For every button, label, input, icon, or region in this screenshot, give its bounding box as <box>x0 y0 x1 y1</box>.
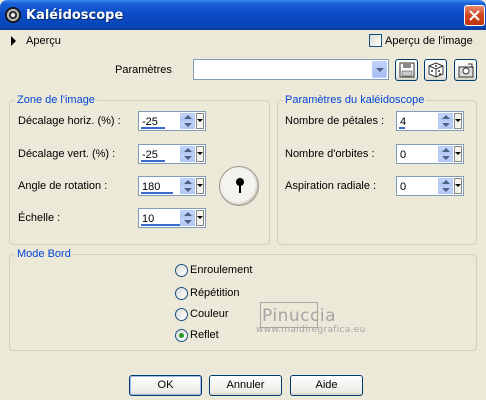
vert-offset-level-bar <box>141 160 165 162</box>
radial-suction-menu-button[interactable] <box>454 178 462 194</box>
kaleidoscope-params-title: Paramètres du kaléidoscope <box>283 94 427 106</box>
preset-manager-icon <box>458 63 474 78</box>
save-preset-icon <box>399 62 415 78</box>
scale-menu-button[interactable] <box>196 210 204 226</box>
random-dice-icon <box>428 62 444 78</box>
save-preset-button[interactable] <box>395 59 418 81</box>
vert-offset-arrows[interactable] <box>180 146 195 162</box>
horiz-offset-menu-button[interactable] <box>196 113 204 129</box>
edge-mode-title: Mode Bord <box>15 248 73 260</box>
preview-image-checkbox[interactable] <box>369 34 382 47</box>
orbits-menu-button[interactable] <box>454 146 462 162</box>
repeat-radio[interactable] <box>175 287 188 300</box>
spin-up-icon[interactable] <box>180 113 195 121</box>
spin-down-icon[interactable] <box>180 186 195 194</box>
vert-offset-spinner[interactable]: -25 <box>138 144 206 164</box>
preview-bar: Aperçu Aperçu de l'image <box>0 30 486 52</box>
spin-up-icon[interactable] <box>180 210 195 218</box>
repeat-radio-label[interactable]: Répétition <box>190 287 240 299</box>
horiz-offset-spinner[interactable]: -25 <box>138 111 206 131</box>
wrap-radio[interactable] <box>175 264 188 277</box>
spin-down-icon[interactable] <box>438 186 453 194</box>
window-title: Kaléidoscope <box>26 8 124 23</box>
vert-offset-menu-button[interactable] <box>196 146 204 162</box>
scale-label: Échelle : <box>18 212 61 224</box>
watermark: Pinuccia www.maidiregrafica.eu <box>256 306 365 335</box>
cancel-button[interactable]: Annuler <box>209 375 282 396</box>
horiz-offset-label: Décalage horiz. (%) : <box>18 115 121 127</box>
orbits-value[interactable]: 0 <box>400 149 406 161</box>
expand-triangle-icon[interactable] <box>11 36 16 46</box>
orbits-spinner[interactable]: 0 <box>396 144 464 164</box>
presets-label: Paramètres <box>115 64 172 76</box>
preview-section-label[interactable]: Aperçu <box>26 35 61 47</box>
spin-down-icon[interactable] <box>180 218 195 226</box>
spin-down-icon[interactable] <box>180 121 195 129</box>
close-button[interactable] <box>464 5 485 26</box>
rotation-angle-menu-button[interactable] <box>196 178 204 194</box>
reflect-radio[interactable] <box>175 329 188 342</box>
image-zone-title: Zone de l'image <box>15 94 97 106</box>
spin-up-icon[interactable] <box>438 146 453 154</box>
scale-spinner[interactable]: 10 <box>138 208 206 228</box>
scale-arrows[interactable] <box>180 210 195 226</box>
spin-up-icon[interactable] <box>438 113 453 121</box>
spin-down-icon[interactable] <box>180 154 195 162</box>
help-button[interactable]: Aide <box>290 375 363 396</box>
radial-suction-value[interactable]: 0 <box>400 181 406 193</box>
orbits-label: Nombre d'orbites : <box>285 148 375 160</box>
title-bar[interactable]: Kaléidoscope <box>0 0 486 30</box>
rotation-dial[interactable] <box>219 166 259 206</box>
color-radio[interactable] <box>175 308 188 321</box>
petals-spinner[interactable]: 4 <box>396 111 464 131</box>
random-dice-button[interactable] <box>424 59 447 81</box>
radial-suction-spinner[interactable]: 0 <box>396 176 464 196</box>
rotation-angle-arrows[interactable] <box>180 178 195 194</box>
color-radio-label[interactable]: Couleur <box>190 308 229 320</box>
spin-down-icon[interactable] <box>438 121 453 129</box>
vert-offset-label: Décalage vert. (%) : <box>18 148 116 160</box>
close-icon <box>469 10 480 21</box>
wrap-radio-label[interactable]: Enroulement <box>190 264 252 276</box>
petals-menu-button[interactable] <box>454 113 462 129</box>
spin-down-icon[interactable] <box>438 154 453 162</box>
preset-manager-button[interactable] <box>454 59 477 81</box>
rotation-angle-level-bar <box>141 192 173 194</box>
petals-label: Nombre de pétales : <box>285 115 385 127</box>
watermark-name: Pinuccia <box>262 306 336 326</box>
orbits-arrows[interactable] <box>438 146 453 162</box>
spin-up-icon[interactable] <box>180 146 195 154</box>
rotation-angle-spinner[interactable]: 180 <box>138 176 206 196</box>
radial-suction-label: Aspiration radiale : <box>285 180 377 192</box>
radial-suction-arrows[interactable] <box>438 178 453 194</box>
petals-level-bar <box>399 127 405 129</box>
watermark-site: www.maidiregrafica.eu <box>256 325 366 335</box>
presets-dropdown[interactable] <box>193 59 389 80</box>
reflect-radio-label[interactable]: Reflet <box>190 329 219 341</box>
preview-image-checkbox-label[interactable]: Aperçu de l'image <box>385 35 473 47</box>
horiz-offset-level-bar <box>141 127 165 129</box>
spin-up-icon[interactable] <box>180 178 195 186</box>
kaleidoscope-app-icon <box>5 7 21 23</box>
horiz-offset-arrows[interactable] <box>180 113 195 129</box>
rotation-angle-label: Angle de rotation : <box>18 180 108 192</box>
spin-up-icon[interactable] <box>438 178 453 186</box>
petals-arrows[interactable] <box>438 113 453 129</box>
rotation-dial-needle <box>239 179 241 193</box>
chevron-down-icon[interactable] <box>372 61 387 78</box>
ok-button[interactable]: OK <box>129 375 202 396</box>
